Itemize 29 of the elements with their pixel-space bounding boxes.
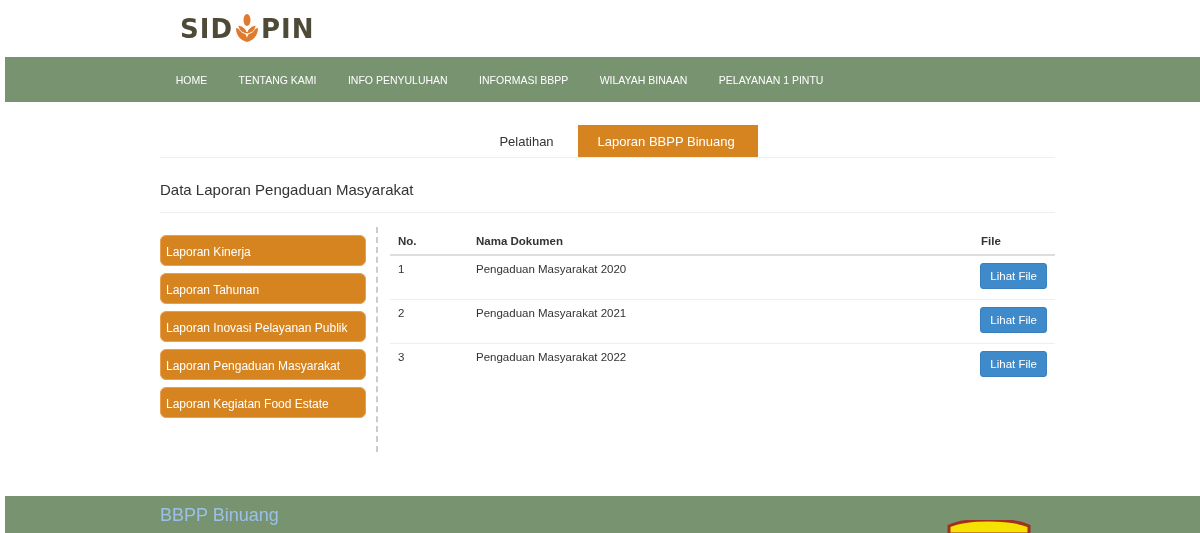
nav-link[interactable]: PELAYANAN 1 PINTU — [703, 73, 840, 86]
view-file-button[interactable]: Lihat File — [980, 263, 1047, 289]
table-cell: Pengaduan Masyarakat 2020 — [476, 263, 627, 275]
tab[interactable]: Laporan BBPP Binuang — [577, 125, 758, 157]
table-cell: 3 — [398, 351, 405, 363]
nav-link[interactable]: WILAYAH BINAAN — [584, 73, 704, 86]
section-heading: Data Laporan Pengaduan Masyarakat — [160, 158, 1055, 213]
table-cell: Pengaduan Masyarakat 2021 — [476, 307, 627, 319]
view-file-button[interactable]: Lihat File — [980, 351, 1047, 377]
table-cell: 1 — [398, 263, 405, 275]
nav-link[interactable]: HOME — [160, 73, 223, 86]
column-header: File — [981, 234, 1001, 247]
sidebar-item[interactable]: Laporan Tahunan — [160, 273, 366, 304]
site-logo[interactable]: SID PIN — [180, 13, 315, 44]
nav-link[interactable]: INFORMASI BBPP — [463, 73, 584, 86]
table-cell: Pengaduan Masyarakat 2022 — [476, 351, 627, 363]
sidebar-item[interactable]: Laporan Kegiatan Food Estate — [160, 387, 366, 418]
nav-link[interactable]: TENTANG KAMI — [222, 73, 333, 86]
column-header: Nama Dokumen — [476, 234, 563, 247]
view-file-button[interactable]: Lihat File — [980, 307, 1047, 333]
footer-title: BBPP Binuang — [160, 504, 279, 526]
column-header: No. — [398, 234, 417, 247]
sidebar-item[interactable]: Laporan Inovasi Pelayanan Publik — [160, 311, 366, 342]
emblem-icon — [947, 520, 1031, 533]
sidebar-item[interactable]: Laporan Kinerja — [160, 235, 366, 266]
tab[interactable]: Pelatihan — [479, 125, 578, 157]
table-cell: 2 — [398, 307, 405, 319]
sidebar-item[interactable]: Laporan Pengaduan Masyarakat — [160, 349, 366, 380]
nav-link[interactable]: INFO PENYULUHAN — [332, 73, 464, 86]
